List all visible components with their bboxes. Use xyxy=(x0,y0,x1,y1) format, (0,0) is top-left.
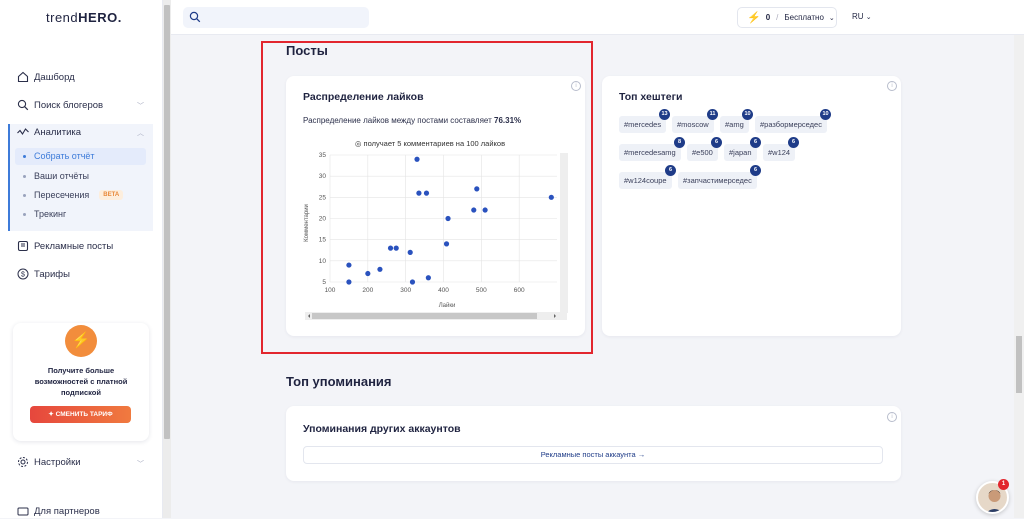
sub-item-tracking[interactable]: Трекинг xyxy=(23,209,66,219)
hashtag-chip[interactable]: #разбормерседес xyxy=(755,116,827,133)
beta-badge: BETA xyxy=(99,190,124,200)
dollar-icon: $ xyxy=(17,268,29,280)
sub-item-label: Собрать отчёт xyxy=(34,151,95,161)
plan-name: Бесплатно xyxy=(784,13,824,22)
hashtag-count-badge: 6 xyxy=(750,165,761,176)
sidebar-item-label: Аналитика xyxy=(34,126,82,138)
mentions-card xyxy=(286,406,901,481)
sidebar-item-label: Дашборд xyxy=(34,71,75,83)
sidebar-item-label: Тарифы xyxy=(34,268,70,280)
sidebar-item-ad-posts[interactable]: Рекламные посты xyxy=(17,238,113,254)
sparkle-icon: ✦ xyxy=(48,411,56,418)
bullet-icon xyxy=(23,212,26,216)
language-label: RU xyxy=(852,12,864,21)
hashtag-count-badge: 6 xyxy=(750,137,761,148)
sidebar-item-label: Для партнеров xyxy=(34,505,100,517)
promo-text: Получите больше возможностей с платной п… xyxy=(34,366,128,397)
hashtag-count-badge: 11 xyxy=(707,109,718,120)
plan-selector[interactable]: ⚡ 0 / Бесплатно ⌄ xyxy=(737,7,837,28)
button-label: СМЕНИТЬ ТАРИФ xyxy=(55,411,113,418)
sub-item-intersections[interactable]: Пересечения BETA xyxy=(23,190,124,200)
plan-count: 0 xyxy=(765,13,771,22)
sub-item-label: Пересечения xyxy=(34,190,90,200)
sub-item-your-reports[interactable]: Ваши отчёты xyxy=(23,171,89,181)
hashtag-chip[interactable]: #w124coupe xyxy=(619,172,672,189)
hashtag-chip[interactable]: #mercedesamg xyxy=(619,144,681,161)
info-icon[interactable]: i xyxy=(887,81,897,91)
sidebar-item-analytics[interactable]: Аналитика xyxy=(17,124,81,140)
main-scrollbar[interactable] xyxy=(1014,35,1024,518)
svg-text:$: $ xyxy=(21,272,25,279)
hashtag-count-badge: 6 xyxy=(665,165,676,176)
settings-icon xyxy=(18,457,28,467)
hashtag-count-badge: 10 xyxy=(820,109,831,120)
lightning-icon: ⚡ xyxy=(747,12,761,24)
sub-item-label: Ваши отчёты xyxy=(34,171,89,181)
chevron-down-icon: ⌄ xyxy=(828,14,835,22)
sidebar-scrollbar-thumb[interactable] xyxy=(164,5,170,439)
main-scrollbar-thumb[interactable] xyxy=(1016,336,1022,393)
sidebar-item-partners[interactable]: Для партнеров xyxy=(17,503,100,519)
sidebar-item-search[interactable]: Поиск блогеров xyxy=(17,97,103,113)
chevron-up-icon[interactable]: ︿ xyxy=(137,128,144,138)
chevron-down-icon[interactable]: ﹀ xyxy=(137,101,144,111)
bullet-icon xyxy=(23,174,26,178)
info-icon[interactable]: i xyxy=(887,412,897,422)
lightning-icon: ⚡ xyxy=(65,325,97,357)
ads-icon xyxy=(17,240,29,252)
hashtag-chip[interactable]: #запчастимерседес xyxy=(678,172,757,189)
search-icon xyxy=(189,11,201,23)
search-icon xyxy=(17,99,29,111)
sidebar-item-label: Поиск блогеров xyxy=(34,99,104,111)
partners-icon xyxy=(17,507,29,516)
sidebar-item-label: Настройки xyxy=(34,456,81,468)
top-bar: ⚡ 0 / Бесплатно ⌄ RU ⌄ xyxy=(171,0,1024,35)
notification-badge: 1 xyxy=(998,479,1009,490)
analytics-icon xyxy=(17,128,29,136)
sidebar-item-tariffs[interactable]: $ Тарифы xyxy=(17,266,70,282)
mentions-card-title: Упоминания других аккаунтов xyxy=(303,423,461,435)
upgrade-promo: ⚡ Получите больше возможностей с платной… xyxy=(13,323,149,441)
sub-item-collect-report[interactable]: Собрать отчёт xyxy=(23,151,95,161)
bullet-icon xyxy=(23,193,26,197)
hashtag-count-badge: 6 xyxy=(788,137,799,148)
hashtag-count-badge: 8 xyxy=(674,137,685,148)
highlight-box xyxy=(261,41,593,354)
language-selector[interactable]: RU ⌄ xyxy=(852,12,872,21)
hashtags-card-title: Топ хештеги xyxy=(619,91,683,103)
search-input[interactable] xyxy=(183,7,369,28)
account-ad-posts-button[interactable]: Рекламные посты аккаунта → xyxy=(303,446,883,464)
chevron-down-icon[interactable]: ﹀ xyxy=(137,459,144,469)
sidebar-item-label: Рекламные посты xyxy=(34,240,114,252)
logo[interactable]: trendHERO. xyxy=(46,10,122,25)
hashtag-chip[interactable]: #moscow xyxy=(672,116,714,133)
change-plan-button[interactable]: ✦ СМЕНИТЬ ТАРИФ xyxy=(30,406,131,423)
hashtag-count-badge: 6 xyxy=(711,137,722,148)
sub-item-label: Трекинг xyxy=(34,209,67,219)
hashtag-chip[interactable]: #mercedes xyxy=(619,116,667,133)
sidebar-item-dashboard[interactable]: Дашборд xyxy=(17,69,75,85)
mentions-section-title: Топ упоминания xyxy=(286,374,392,389)
home-icon xyxy=(17,71,29,83)
plan-separator: / xyxy=(776,13,779,22)
sidebar: trendHERO. Дашборд Поиск блогеров ﹀ Анал… xyxy=(0,0,163,518)
hashtag-count-badge: 13 xyxy=(659,109,670,120)
bullet-icon xyxy=(23,154,26,158)
sidebar-item-settings[interactable]: Настройки xyxy=(17,454,81,470)
chevron-down-icon: ⌄ xyxy=(865,14,872,21)
hashtag-count-badge: 10 xyxy=(742,109,753,120)
